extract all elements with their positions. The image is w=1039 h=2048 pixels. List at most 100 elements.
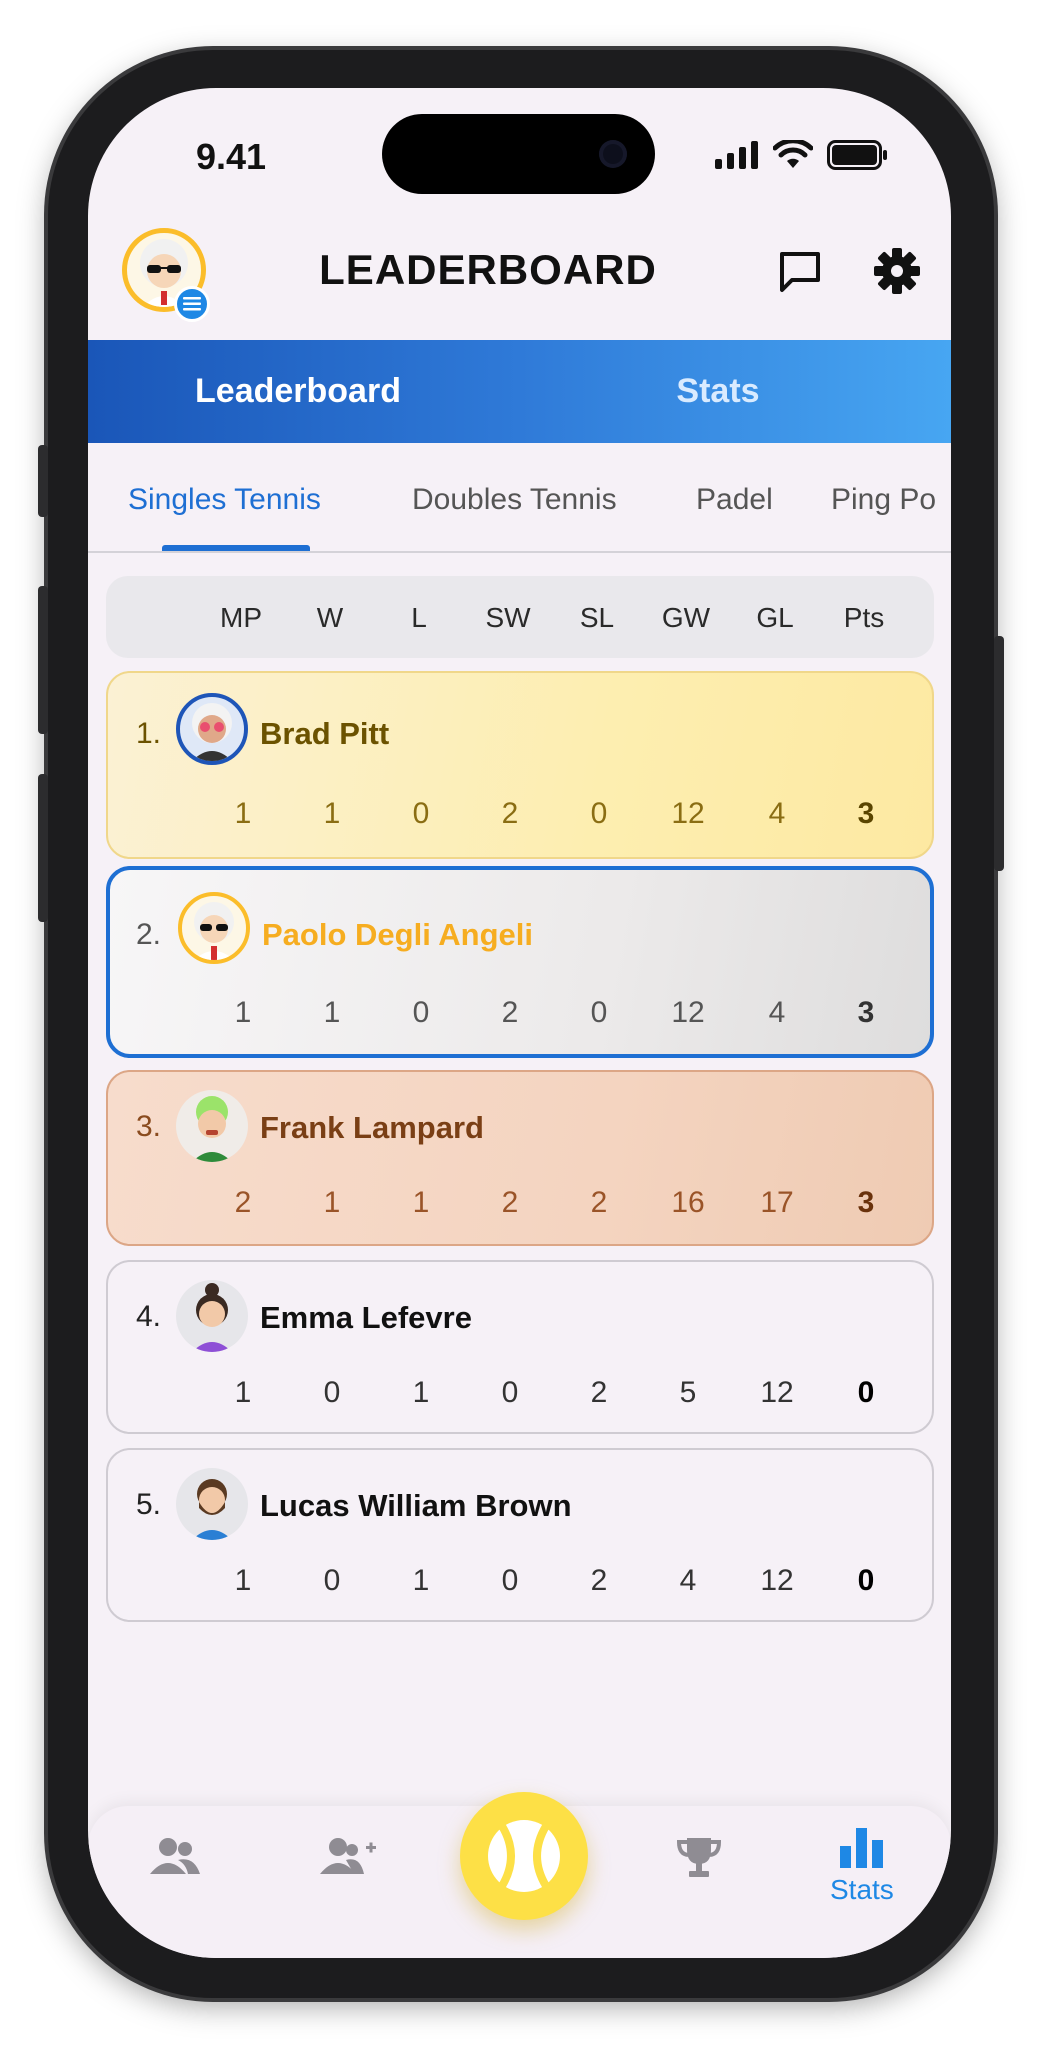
tennis-ball-icon [488, 1820, 560, 1892]
leaderboard-row[interactable]: 2. Paolo Degli Angeli 1 1 0 2 0 12 4 3 [106, 866, 934, 1058]
stat-pts: 3 [857, 797, 875, 830]
avatar-man-green-hair-icon [192, 1096, 232, 1162]
stat-sw: 2 [501, 1186, 519, 1219]
play-match-button[interactable] [460, 1792, 588, 1920]
player-name: Frank Lampard [260, 1110, 484, 1145]
stat-sl: 2 [590, 1186, 608, 1219]
column-header-sl: SL [579, 602, 615, 633]
column-header-row: MP W L SW SL GW GL Pts [106, 576, 934, 658]
tab-doubles-tennis[interactable]: Doubles Tennis [412, 483, 617, 517]
stat-sw: 0 [501, 1564, 519, 1597]
leaderboard-row[interactable]: 3. Frank Lampard 2 1 1 2 2 16 17 3 [106, 1070, 934, 1246]
nav-tournaments[interactable] [676, 1836, 722, 1880]
page-title: LEADERBOARD [319, 246, 657, 293]
gear-icon[interactable] [872, 246, 922, 296]
nav-stats[interactable]: Stats [830, 1828, 894, 1906]
stat-l: 1 [412, 1564, 430, 1597]
rank-label: 2. [136, 918, 162, 951]
leaderboard-row[interactable]: 5. Lucas William Brown 1 0 1 0 2 4 12 0 [106, 1448, 934, 1622]
stat-l: 1 [412, 1376, 430, 1409]
rank-label: 5. [136, 1488, 162, 1521]
column-header-w: W [316, 602, 344, 633]
stat-mp: 1 [234, 1564, 252, 1597]
nav-add-player[interactable] [320, 1836, 378, 1876]
camera-icon [599, 140, 627, 168]
app-header: LEADERBOARD [88, 228, 951, 338]
stat-w: 1 [323, 1186, 341, 1219]
avatar-woman-bun-icon [192, 1283, 232, 1352]
rank-label: 1. [136, 717, 162, 750]
column-header-gl: GL [756, 602, 794, 633]
stat-sl: 0 [590, 797, 608, 830]
menu-badge-icon[interactable] [174, 286, 210, 322]
stat-l: 0 [412, 996, 430, 1029]
screen: 9.41 LEADERBOARD Leaderboard Stats Singl… [88, 88, 951, 1958]
active-tab-indicator [162, 545, 310, 551]
stat-mp: 2 [234, 1186, 252, 1219]
avatar-man-sunglasses-icon [194, 902, 234, 960]
stat-w: 1 [323, 996, 341, 1029]
avatar-man-beard-icon [192, 1479, 232, 1540]
status-time: 9.41 [196, 136, 267, 177]
nav-players[interactable] [148, 1836, 202, 1876]
stat-l: 1 [412, 1186, 430, 1219]
tab-stats[interactable]: Stats [568, 340, 868, 443]
stat-l: 0 [412, 797, 430, 830]
stat-mp: 1 [234, 996, 252, 1029]
power-button [994, 636, 1004, 871]
bar-chart-icon [839, 1828, 883, 1868]
column-header-mp: MP [220, 602, 262, 633]
tab-ping-pong[interactable]: Ping Po [831, 483, 936, 517]
avatar [178, 892, 250, 964]
stat-pts: 0 [857, 1564, 875, 1597]
main-tab-bar: Leaderboard Stats [88, 340, 951, 443]
column-header-pts: Pts [843, 602, 885, 633]
avatar [176, 1280, 248, 1352]
stat-sl: 2 [590, 1564, 608, 1597]
sport-tab-bar: Singles Tennis Doubles Tennis Padel Ping… [88, 443, 951, 553]
trophy-icon [676, 1838, 722, 1877]
signal-icon [715, 141, 758, 169]
stat-mp: 1 [234, 797, 252, 830]
stat-gl: 12 [760, 1376, 794, 1409]
tab-singles-tennis[interactable]: Singles Tennis [128, 483, 321, 517]
stat-gw: 4 [679, 1564, 697, 1597]
avatar-woman-glasses-icon [192, 703, 232, 761]
rank-label: 3. [136, 1110, 162, 1143]
player-name: Emma Lefevre [260, 1300, 472, 1335]
battery-icon [827, 140, 887, 170]
column-header-gw: GW [661, 602, 711, 633]
tab-padel[interactable]: Padel [696, 483, 773, 517]
rank-label: 4. [136, 1300, 162, 1333]
player-name: Paolo Degli Angeli [262, 917, 533, 952]
leaderboard-row[interactable]: 1. Brad Pitt 1 1 0 2 0 12 4 3 [106, 671, 934, 859]
stat-mp: 1 [234, 1376, 252, 1409]
chat-icon[interactable] [776, 248, 824, 296]
avatar [176, 1090, 248, 1162]
people-icon [150, 1838, 200, 1874]
player-name: Lucas William Brown [260, 1488, 572, 1523]
player-name: Brad Pitt [260, 716, 390, 751]
column-header-sw: SW [485, 602, 531, 633]
stat-sw: 2 [501, 797, 519, 830]
stat-pts: 0 [857, 1376, 875, 1409]
stat-w: 0 [323, 1564, 341, 1597]
stat-gw: 12 [671, 996, 705, 1029]
stat-gw: 12 [671, 797, 705, 830]
stat-gl: 4 [768, 996, 786, 1029]
action-button [38, 445, 48, 517]
wifi-icon [773, 140, 813, 168]
leaderboard-row[interactable]: 4. Emma Lefevre 1 0 1 0 2 5 12 0 [106, 1260, 934, 1434]
tab-leaderboard[interactable]: Leaderboard [148, 340, 448, 443]
stat-sw: 2 [501, 996, 519, 1029]
avatar [176, 1468, 248, 1540]
avatar [176, 693, 248, 765]
stat-pts: 3 [857, 1186, 875, 1219]
stat-w: 1 [323, 797, 341, 830]
dynamic-island [382, 114, 655, 194]
volume-up-button [38, 586, 48, 734]
stat-pts: 3 [857, 996, 875, 1029]
stat-gw: 16 [671, 1186, 705, 1219]
stat-sw: 0 [501, 1376, 519, 1409]
column-header-l: L [411, 602, 427, 633]
